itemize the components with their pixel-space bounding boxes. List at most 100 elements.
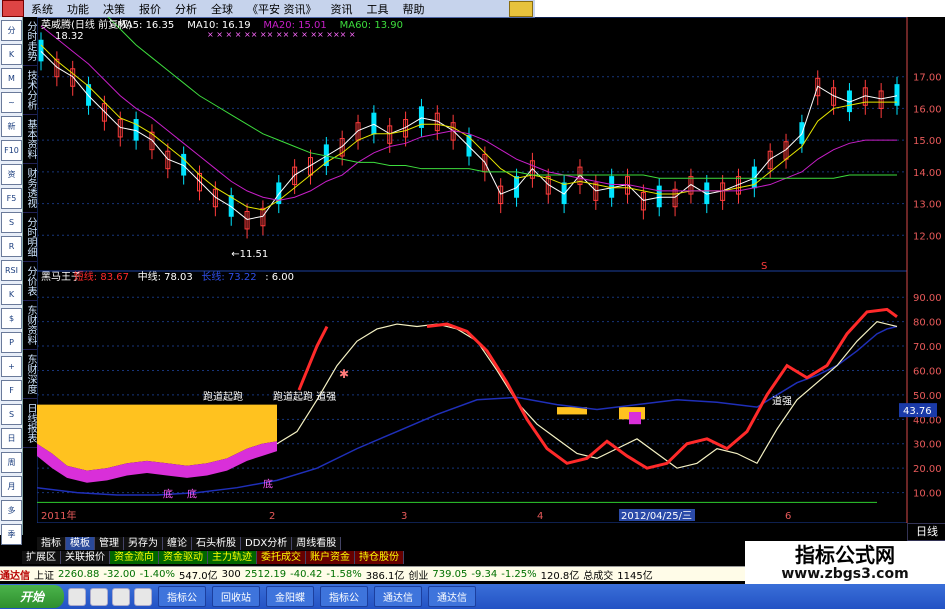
short-line-segment-2 — [426, 307, 898, 470]
bottom-tab-3[interactable]: 另存为 — [124, 537, 163, 550]
taskbar-apps: 指标公 回收站 金阳蝶 指标公 通达信 通达信 — [152, 586, 476, 607]
bottom-tab2-4[interactable]: 主力轨迹 — [208, 551, 257, 564]
bottom-tab-4[interactable]: 缠论 — [163, 537, 192, 550]
toolbar-icon-20[interactable]: 多 — [1, 500, 22, 521]
vertical-tab-1[interactable]: 技术分析 — [23, 66, 37, 115]
taskbar-app-5[interactable]: 通达信 — [428, 586, 476, 607]
toolbar-icon-0[interactable]: 分 — [1, 20, 22, 41]
menu-item-4[interactable]: 分析 — [168, 1, 204, 17]
vertical-tab-8[interactable]: 日线报表 — [23, 399, 37, 448]
menu-item-2[interactable]: 决策 — [96, 1, 132, 17]
toolbar-icon-21[interactable]: 季 — [1, 524, 22, 545]
ind-header-v4: : 6.00 — [265, 272, 294, 283]
vertical-tab-2[interactable]: 基本资料 — [23, 115, 37, 164]
toolbar-icon-4[interactable]: 新 — [1, 116, 22, 137]
bottom-tab2-6[interactable]: 账户资金 — [306, 551, 355, 564]
sh-index-amount: 547.0亿 — [179, 570, 218, 582]
quicklaunch-media-icon[interactable] — [112, 587, 130, 606]
annotation-bottom-3: 底 — [263, 478, 273, 491]
taskbar-app-2[interactable]: 金阳蝶 — [266, 586, 314, 607]
bottom-tab2-0[interactable]: 扩展区 — [22, 551, 61, 564]
menu-item-7[interactable]: 资讯 — [324, 1, 360, 17]
bottom-tab2-2[interactable]: 资金流向 — [110, 551, 159, 564]
vertical-tab-4[interactable]: 分时明细 — [23, 213, 37, 262]
toolbar-icon-5[interactable]: F10 — [1, 140, 22, 161]
menu-item-9[interactable]: 帮助 — [396, 1, 432, 17]
taskbar: 开始 指标公 回收站 金阳蝶 指标公 通达信 通达信 — [0, 584, 945, 609]
bottom-tab-6[interactable]: DDX分析 — [241, 537, 293, 550]
bottom-tab-5[interactable]: 石头析股 — [192, 537, 241, 550]
candle-body-21 — [371, 112, 377, 135]
toolbar-icon-14[interactable]: + — [1, 356, 22, 377]
watermark: 指标公式网 www.zbgs3.com — [745, 541, 945, 584]
price-tick-label-5: 12.00 — [913, 231, 942, 242]
toolbar-icon-11[interactable]: K — [1, 284, 22, 305]
menu-item-0[interactable]: 系统 — [24, 1, 60, 17]
toolbar-icon-3[interactable]: ~ — [1, 92, 22, 113]
toolbar-icon-17[interactable]: 日 — [1, 428, 22, 449]
toolbar-icon-10[interactable]: RSI — [1, 260, 22, 281]
taskbar-app-4[interactable]: 通达信 — [374, 586, 422, 607]
hs300-value: 2512.19 — [244, 568, 287, 580]
quicklaunch-folder-icon[interactable] — [134, 587, 152, 606]
bottom-tab2-7[interactable]: 持仓股份 — [355, 551, 404, 564]
sh-index-value: 2260.88 — [58, 568, 100, 580]
status-app-name: 通达信 — [0, 570, 30, 582]
candle-body-39 — [656, 185, 662, 208]
bottom-tab-0[interactable]: 指标 — [37, 537, 66, 550]
ma-line-ma20 — [40, 25, 897, 201]
sell-signal-annotation: S — [761, 261, 767, 272]
toolbar-icon-9[interactable]: R — [1, 236, 22, 257]
toolbar-icon-18[interactable]: 周 — [1, 452, 22, 473]
ind-tick-label-8: 10.00 — [913, 489, 942, 500]
bottom-tab2-5[interactable]: 委托成交 — [257, 551, 306, 564]
start-button[interactable]: 开始 — [0, 585, 64, 608]
bottom-tab-7[interactable]: 周线看股 — [292, 537, 342, 550]
toolbar-icon-1[interactable]: K — [1, 44, 22, 65]
bottom-tab-2[interactable]: 管理 — [95, 537, 124, 550]
taskbar-app-3[interactable]: 指标公 — [320, 586, 368, 607]
ind-tick-label-1: 80.00 — [913, 318, 942, 329]
window-control-button[interactable] — [509, 1, 533, 17]
annotation-runway-2: 跑道起跑 道强 — [273, 390, 336, 403]
candlestick-area — [38, 32, 900, 239]
vertical-tab-5[interactable]: 分价表 — [23, 262, 37, 301]
quicklaunch-desktop-icon[interactable] — [90, 587, 108, 606]
toolbar-icon-13[interactable]: P — [1, 332, 22, 353]
toolbar-icon-7[interactable]: F5 — [1, 188, 22, 209]
x-label-2: 3 — [401, 511, 407, 522]
price-header-ma5: MA5: 16.35 — [117, 20, 174, 31]
toolbar-icon-16[interactable]: S — [1, 404, 22, 425]
quicklaunch-ie-icon[interactable] — [68, 587, 86, 606]
vertical-tab-7[interactable]: 东财深度 — [23, 350, 37, 399]
hs300-amount: 386.1亿 — [365, 570, 405, 582]
toolbar-icon-15[interactable]: F — [1, 380, 22, 401]
toolbar-icon-8[interactable]: S — [1, 212, 22, 233]
toolbar-icon-6[interactable]: 资 — [1, 164, 22, 185]
vertical-tab-3[interactable]: 财务透视 — [23, 164, 37, 213]
taskbar-app-0[interactable]: 指标公 — [158, 586, 206, 607]
vertical-tab-6[interactable]: 东财资料 — [23, 301, 37, 350]
bottom-tab2-3[interactable]: 资金驱动 — [159, 551, 208, 564]
taskbar-app-1[interactable]: 回收站 — [212, 586, 260, 607]
x-label-4: 2012/04/25/三 — [621, 511, 692, 522]
sh-index-label: 上证 — [34, 570, 54, 582]
toolbar-icon-19[interactable]: 月 — [1, 476, 22, 497]
day-period-button[interactable]: 日线 — [907, 523, 945, 541]
short-line-segment-1 — [297, 325, 329, 391]
x-label-1: 2 — [269, 511, 275, 522]
menu-item-1[interactable]: 功能 — [60, 1, 96, 17]
toolbar-icon-12[interactable]: $ — [1, 308, 22, 329]
menu-item-6[interactable]: 《平安 资讯》 — [240, 1, 324, 17]
menu-item-5[interactable]: 全球 — [204, 1, 240, 17]
menu-item-3[interactable]: 报价 — [132, 1, 168, 17]
menu-item-8[interactable]: 工具 — [360, 1, 396, 17]
vertical-tab-0[interactable]: 分时走势 — [23, 17, 37, 66]
bottom-tab-1[interactable]: 模板 — [66, 537, 95, 550]
candle-body-0 — [38, 39, 44, 62]
toolbar-icon-2[interactable]: M — [1, 68, 22, 89]
bottom-tab2-1[interactable]: 关联报价 — [61, 551, 110, 564]
watermark-title: 指标公式网 — [795, 542, 895, 567]
x-label-5: 6 — [785, 511, 791, 522]
ind-header-long: 长线: 73.22 — [201, 270, 256, 283]
